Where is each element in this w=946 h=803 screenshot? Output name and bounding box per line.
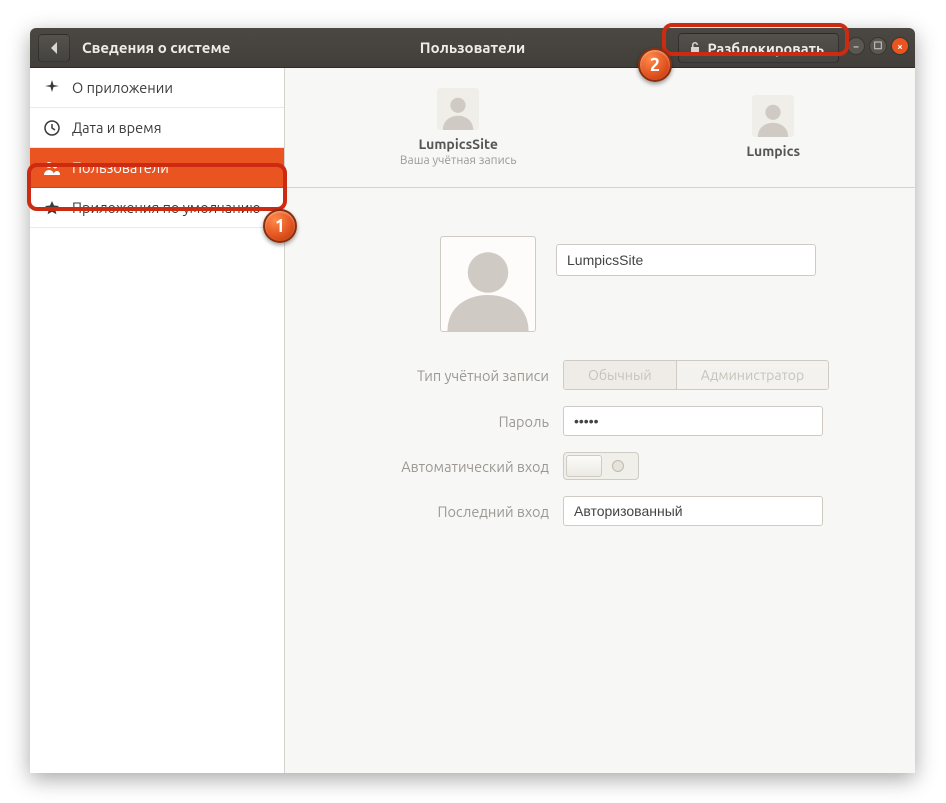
- sidebar-item-label: Пользователи: [72, 159, 169, 176]
- sidebar: О приложении Дата и время Пользователи П…: [30, 68, 285, 773]
- sidebar-item-about[interactable]: О приложении: [30, 68, 284, 108]
- user-tile-0[interactable]: LumpicsSite Ваша учётная запись: [400, 88, 517, 167]
- main-pane: LumpicsSite Ваша учётная запись Lumpics: [285, 68, 915, 773]
- account-type-segmented[interactable]: Обычный Администратор: [563, 360, 829, 390]
- user-tile-name: Lumpics: [746, 143, 800, 159]
- row-password: Пароль: [325, 406, 875, 436]
- clock-icon: [44, 120, 60, 136]
- window-controls: – ☐ ×: [847, 37, 909, 55]
- sidebar-item-label: Приложения по умолчанию: [72, 199, 261, 216]
- unlock-label: Разблокировать: [707, 40, 824, 57]
- user-tile-1[interactable]: Lumpics: [746, 95, 800, 161]
- unlock-button[interactable]: Разблокировать: [678, 33, 839, 63]
- user-name-input[interactable]: [556, 244, 816, 276]
- window-body: О приложении Дата и время Пользователи П…: [30, 68, 915, 773]
- switch-off-indicator: [612, 460, 624, 472]
- user-tile-name: LumpicsSite: [400, 136, 517, 152]
- sidebar-item-datetime[interactable]: Дата и время: [30, 108, 284, 148]
- password-field[interactable]: [563, 406, 823, 436]
- sidebar-item-defaults[interactable]: Приложения по умолчанию: [30, 188, 284, 228]
- sidebar-item-users[interactable]: Пользователи: [30, 148, 284, 188]
- avatar-icon: [437, 88, 479, 130]
- sidebar-item-label: О приложении: [72, 79, 173, 96]
- label-account-type: Тип учётной записи: [325, 367, 563, 384]
- last-login-field[interactable]: [563, 496, 823, 526]
- avatar-icon: [752, 95, 794, 137]
- back-button[interactable]: [38, 34, 70, 62]
- user-tile-sub: Ваша учётная запись: [400, 154, 517, 167]
- header-center-title: Пользователи: [420, 39, 525, 56]
- label-password: Пароль: [325, 413, 563, 430]
- avatar-icon: [443, 241, 533, 331]
- close-button[interactable]: ×: [891, 37, 909, 55]
- avatar-button[interactable]: [440, 236, 536, 332]
- minimize-button[interactable]: –: [847, 37, 865, 55]
- star-icon: [44, 200, 60, 216]
- label-last-login: Последний вход: [325, 503, 563, 520]
- account-type-admin[interactable]: Администратор: [677, 361, 828, 389]
- lock-icon: [689, 41, 701, 55]
- row-account-type: Тип учётной записи Обычный Администратор: [325, 360, 875, 390]
- autologin-switch[interactable]: [563, 452, 639, 480]
- settings-window: Сведения о системе Пользователи Разблоки…: [30, 28, 915, 773]
- switch-knob: [566, 455, 602, 477]
- row-last-login: Последний вход: [325, 496, 875, 526]
- titlebar: Сведения о системе Пользователи Разблоки…: [30, 28, 915, 68]
- maximize-button[interactable]: ☐: [869, 37, 887, 55]
- users-icon: [44, 160, 60, 176]
- chevron-left-icon: [49, 41, 59, 55]
- sidebar-item-label: Дата и время: [72, 119, 162, 136]
- user-detail: Тип учётной записи Обычный Администратор…: [285, 188, 915, 773]
- row-autologin: Автоматический вход: [325, 452, 875, 480]
- label-autologin: Автоматический вход: [325, 458, 563, 475]
- account-type-standard[interactable]: Обычный: [564, 361, 677, 389]
- sparkle-icon: [44, 80, 60, 96]
- users-strip: LumpicsSite Ваша учётная запись Lumpics: [285, 68, 915, 188]
- header-left-title: Сведения о системе: [82, 39, 230, 56]
